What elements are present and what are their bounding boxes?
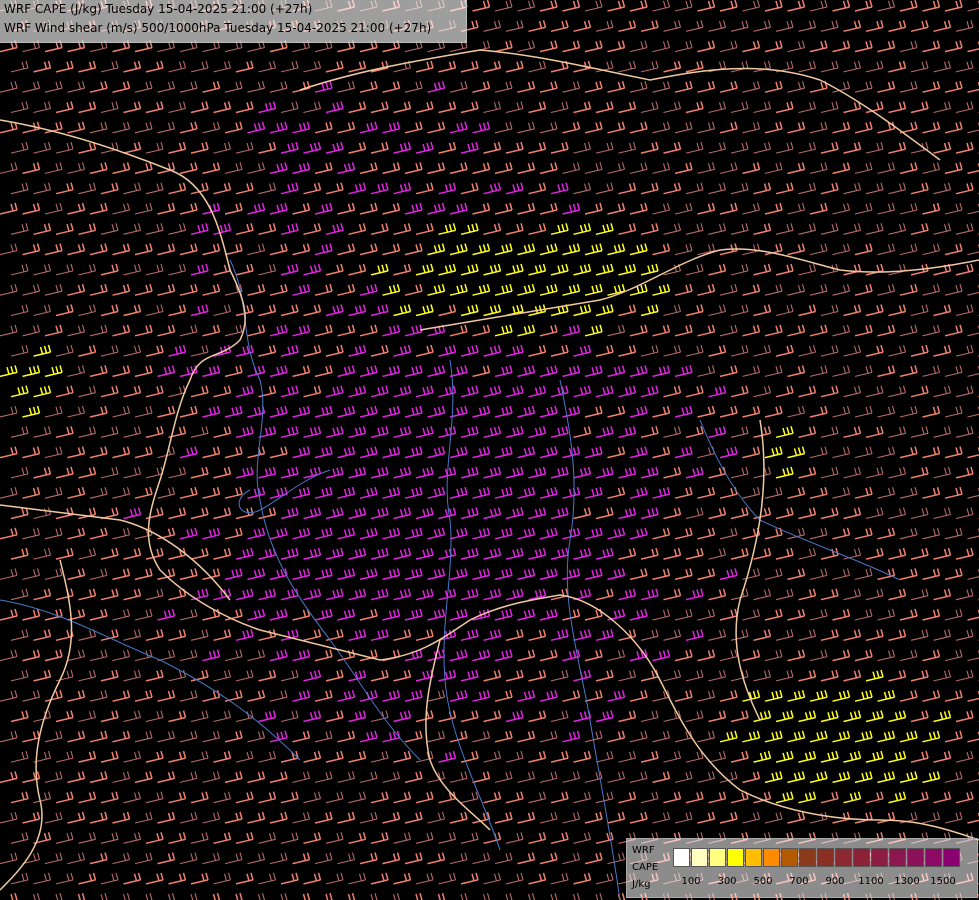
legend-tick-label: 1500 (930, 876, 956, 887)
legend-tick-label: 1300 (894, 876, 920, 887)
legend-tick-label: 300 (717, 876, 737, 887)
wind-shear-title: WRF Wind shear (m/s) 500/1000hPa Tuesday… (4, 21, 432, 35)
legend-swatch (727, 848, 744, 867)
cape-legend: WRF CAPE J/kg 100 300 500 700 900 1100 1300 150… (626, 838, 978, 898)
legend-swatch (889, 848, 906, 867)
legend-tick-label: 900 (825, 876, 845, 887)
map-title-box: WRF CAPE (J/kg) Tuesday 15-04-2025 21:00… (0, 0, 467, 43)
legend-swatch (943, 848, 960, 867)
weather-map (0, 0, 979, 900)
legend-tick-label: 100 (681, 876, 701, 887)
legend-swatch (781, 848, 798, 867)
legend-swatch (709, 848, 726, 867)
legend-swatch (853, 848, 870, 867)
legend-tick-label: 500 (753, 876, 773, 887)
legend-swatch (835, 848, 852, 867)
legend-label-unit: J/kg (632, 879, 651, 890)
legend-swatch (799, 848, 816, 867)
legend-swatch (907, 848, 924, 867)
legend-swatch (871, 848, 888, 867)
legend-label-cape: CAPE (632, 862, 659, 873)
map-viewer: WRF CAPE (J/kg) Tuesday 15-04-2025 21:00… (0, 0, 979, 900)
cape-title: WRF CAPE (J/kg) Tuesday 15-04-2025 21:00… (4, 2, 313, 16)
legend-swatch (691, 848, 708, 867)
legend-swatch (817, 848, 834, 867)
legend-swatch (745, 848, 762, 867)
legend-swatch (673, 848, 690, 867)
legend-tick-label: 700 (789, 876, 809, 887)
legend-swatch (763, 848, 780, 867)
legend-tick-label: 1100 (858, 876, 884, 887)
legend-label-wrf: WRF (632, 845, 655, 856)
legend-swatch (925, 848, 942, 867)
